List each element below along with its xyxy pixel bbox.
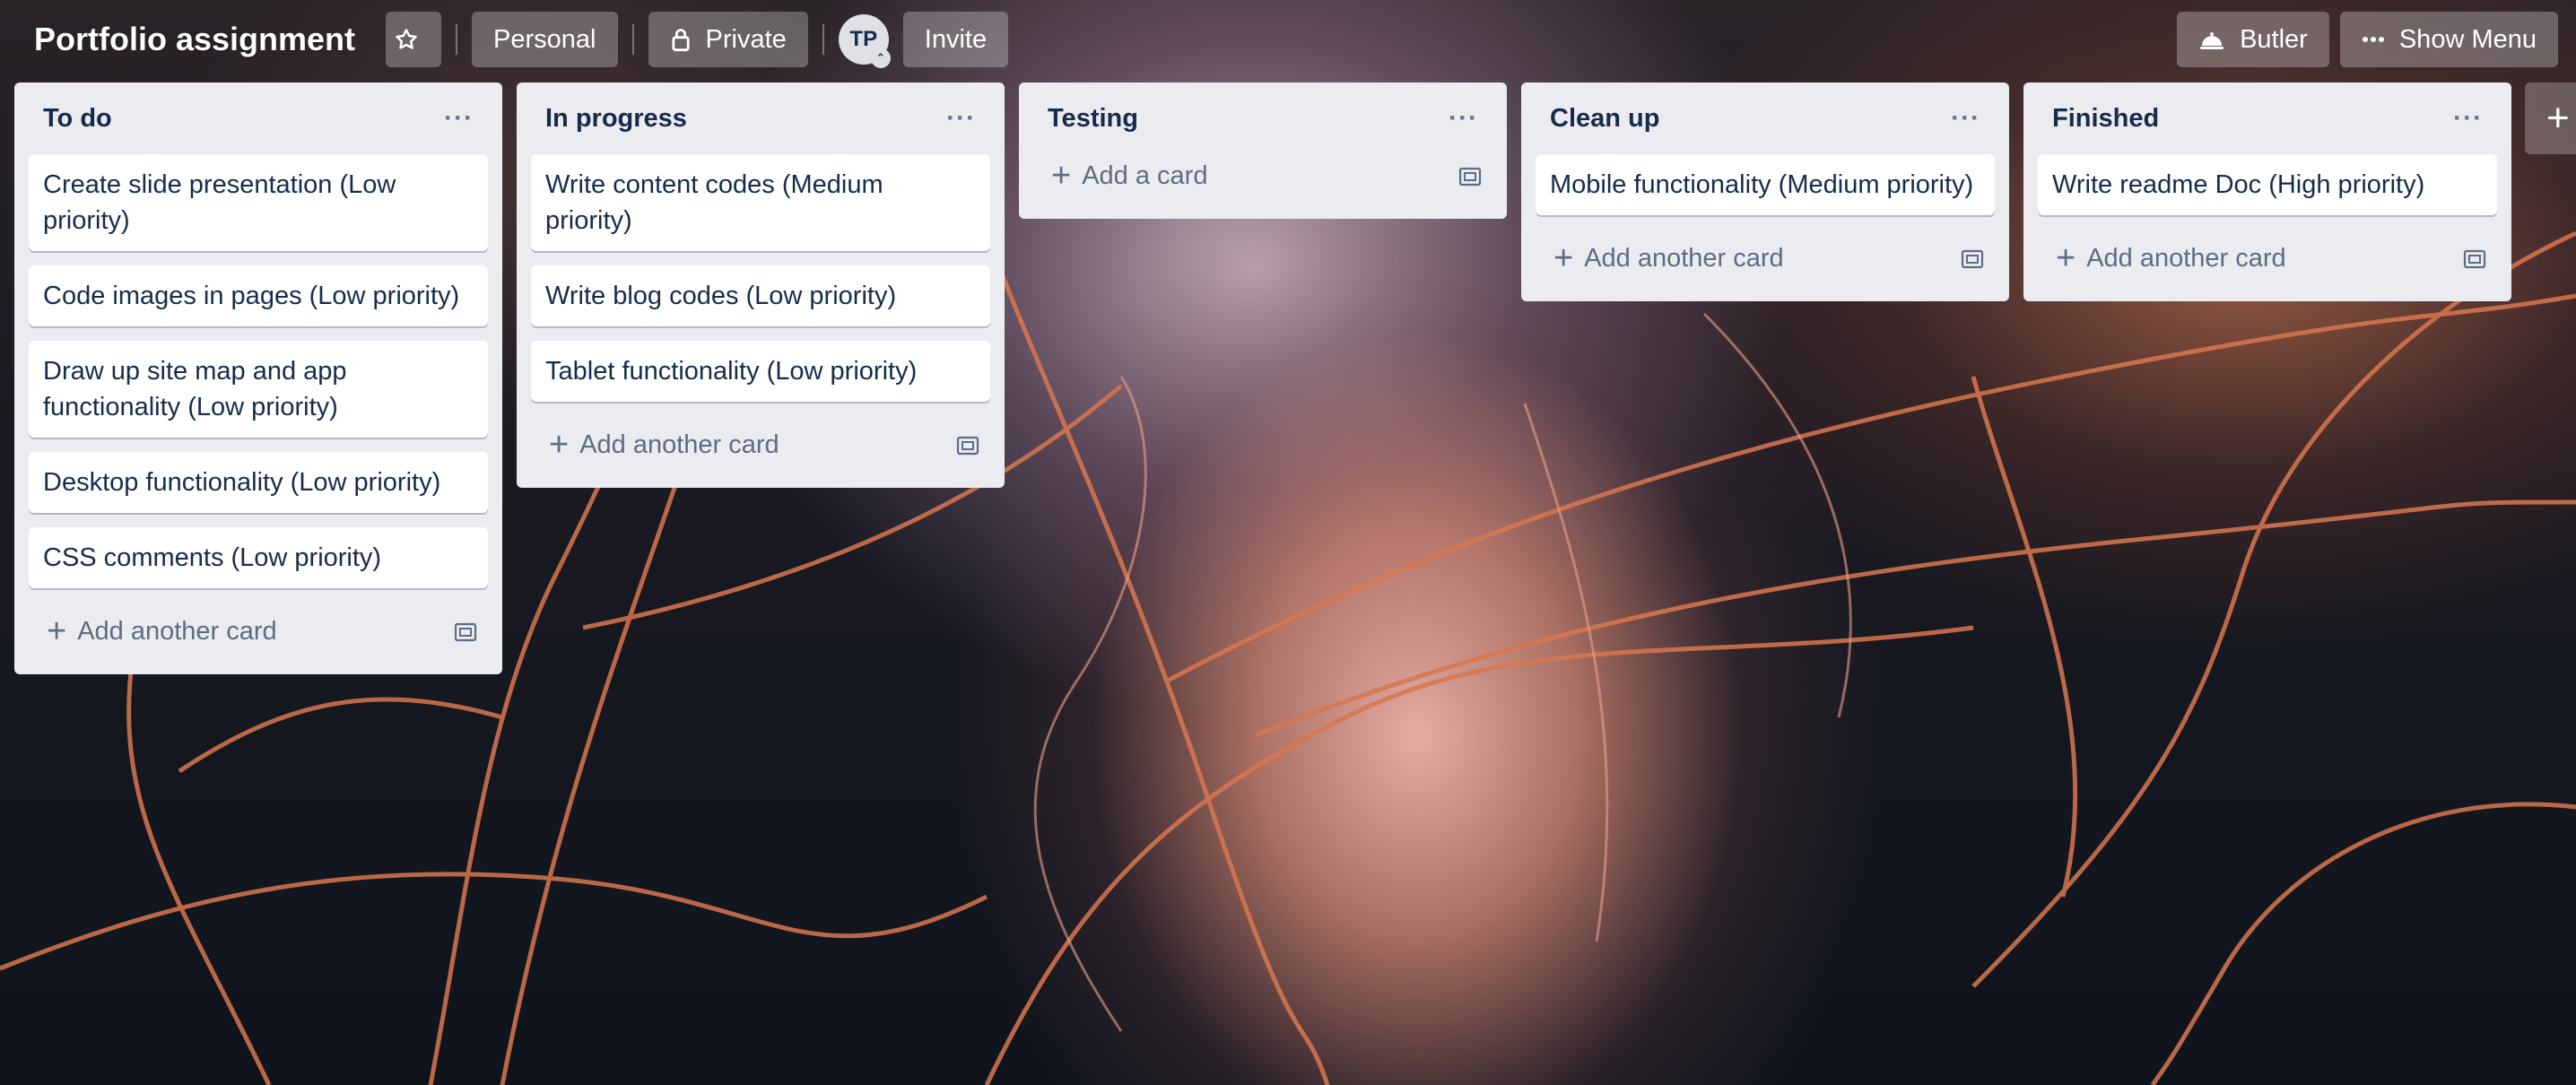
list-menu-icon[interactable]: ··· [444, 103, 474, 134]
list-header: In progress ··· [531, 82, 990, 154]
card-template-icon[interactable] [454, 621, 477, 642]
header-divider [456, 24, 458, 55]
team-button[interactable]: Personal [472, 12, 618, 67]
add-card-row: + Add another card [29, 603, 488, 660]
list-title[interactable]: To do [43, 104, 112, 134]
card[interactable]: Draw up site map and app functionality (… [29, 341, 488, 438]
card[interactable]: Write blog codes (Low priority) [531, 265, 990, 326]
board-header: Portfolio assignment Personal Private TP… [0, 0, 2576, 79]
card[interactable]: CSS comments (Low priority) [29, 527, 488, 588]
add-card-row: + Add another card [2038, 230, 2497, 287]
list-header: Clean up ··· [1536, 82, 1995, 154]
lock-icon [671, 29, 690, 52]
star-board-button[interactable] [386, 12, 442, 67]
add-card-row: + Add a card [1033, 147, 1493, 204]
list-to-do: To do ··· Create slide presentation (Low… [14, 82, 502, 674]
board-title[interactable]: Portfolio assignment [34, 21, 355, 58]
add-card-row: + Add another card [1536, 230, 1995, 287]
list-menu-icon[interactable]: ··· [1951, 103, 1980, 134]
butler-bell-icon [2200, 32, 2224, 49]
plus-icon: + [47, 612, 67, 650]
add-card-row: + Add another card [531, 416, 990, 473]
plus-icon: + [1553, 239, 1574, 277]
add-card-button[interactable]: + Add another card [549, 428, 779, 462]
card[interactable]: Write readme Doc (High priority) [2038, 154, 2497, 215]
header-divider [631, 24, 634, 55]
card[interactable]: Write content codes (Medium priority) [531, 154, 990, 251]
list-menu-icon[interactable]: ··· [2453, 103, 2483, 134]
card-template-icon[interactable] [1458, 165, 1482, 187]
list-in-progress: In progress ··· Write content codes (Med… [517, 82, 1005, 488]
list-title[interactable]: In progress [545, 104, 687, 134]
add-card-button[interactable]: + Add another card [47, 614, 277, 648]
card-template-icon[interactable] [1961, 247, 1984, 269]
list-title[interactable]: Clean up [1550, 104, 1659, 134]
list-finished: Finished ··· Write readme Doc (High prio… [2023, 82, 2511, 301]
plus-icon: + [2546, 96, 2570, 140]
list-menu-icon[interactable]: ··· [946, 103, 976, 134]
add-card-label: Add another card [2086, 243, 2286, 273]
list-title[interactable]: Testing [1048, 104, 1138, 134]
admin-chevron-icon: ⌃ [870, 48, 891, 68]
list-title[interactable]: Finished [2052, 104, 2159, 134]
visibility-button[interactable]: Private [648, 12, 808, 67]
add-card-button[interactable]: + Add another card [1553, 241, 1784, 275]
card[interactable]: Code images in pages (Low priority) [29, 265, 488, 326]
list-menu-icon[interactable]: ··· [1449, 103, 1478, 134]
avatar-initials: TP [849, 27, 878, 51]
card[interactable]: Mobile functionality (Medium priority) [1536, 154, 1995, 215]
card-template-icon[interactable] [2463, 247, 2486, 269]
butler-label: Butler [2240, 24, 2308, 54]
add-card-label: Add another card [579, 430, 779, 459]
list-header: Testing ··· [1033, 82, 1493, 154]
plus-icon: + [1051, 157, 1072, 195]
card[interactable]: Tablet functionality (Low priority) [531, 341, 990, 402]
header-divider [822, 24, 824, 55]
visibility-label: Private [705, 24, 787, 54]
list-header: Finished ··· [2038, 82, 2497, 154]
add-card-button[interactable]: + Add a card [1051, 159, 1207, 193]
avatar[interactable]: TP ⌃ [838, 14, 891, 68]
show-menu-button[interactable]: Show Menu [2339, 12, 2558, 67]
add-list-button[interactable]: + [2525, 82, 2576, 154]
add-card-label: Add another card [77, 616, 277, 646]
show-menu-label: Show Menu [2398, 24, 2537, 54]
plus-icon: + [2056, 239, 2076, 277]
add-card-label: Add a card [1082, 161, 1208, 190]
add-card-button[interactable]: + Add another card [2056, 241, 2286, 275]
list-clean-up: Clean up ··· Mobile functionality (Mediu… [1521, 82, 2009, 301]
list-testing: Testing ··· + Add a card [1019, 82, 1507, 219]
card[interactable]: Desktop functionality (Low priority) [29, 452, 488, 513]
plus-icon: + [549, 426, 570, 464]
card[interactable]: Create slide presentation (Low priority) [29, 154, 488, 251]
butler-button[interactable]: Butler [2177, 12, 2329, 67]
add-card-label: Add another card [1584, 243, 1784, 273]
invite-button[interactable]: Invite [902, 12, 1009, 67]
more-dots-icon [2362, 37, 2384, 42]
list-header: To do ··· [29, 82, 488, 154]
card-template-icon[interactable] [956, 434, 979, 456]
star-icon [396, 29, 417, 49]
